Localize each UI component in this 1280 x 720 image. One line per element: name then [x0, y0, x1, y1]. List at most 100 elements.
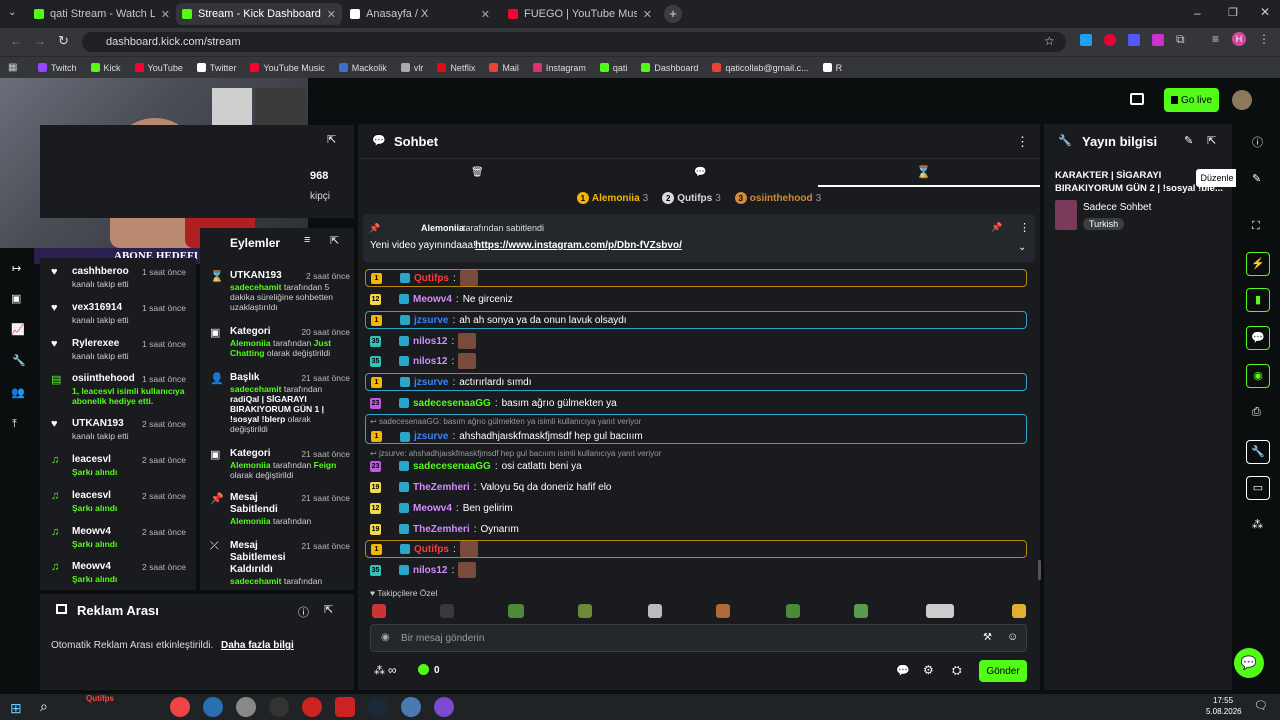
rail-broadcast-icon[interactable]: ◉	[1246, 364, 1270, 388]
chat-username[interactable]: jzsurve	[414, 315, 448, 326]
mod-actor[interactable]: sadecehamit	[230, 576, 282, 586]
chat-message[interactable]: 19 TheZemheri: Oynarım	[368, 520, 519, 538]
stream-info-popout-icon[interactable]: ⇱	[1207, 134, 1216, 147]
bookmark-item[interactable]: Mail	[489, 63, 519, 73]
user-avatar[interactable]	[1232, 90, 1252, 110]
activity-username[interactable]: Meowv4	[72, 526, 111, 537]
bookmark-item[interactable]: qati	[599, 63, 627, 73]
emote-3[interactable]	[508, 604, 524, 618]
chat-tab-hourglass-icon[interactable]: ⌛	[916, 165, 931, 179]
chat-tab-chat-icon[interactable]: 💬	[694, 167, 706, 178]
bookmark-item[interactable]: Twitter	[196, 63, 236, 73]
bookmark-item[interactable]: YouTube	[134, 63, 183, 73]
taskbar-app-8[interactable]	[401, 697, 421, 717]
activity-username[interactable]: cashhberoo	[72, 266, 129, 277]
ad-info-icon[interactable]: ⓘ	[298, 604, 309, 620]
taskbar-clock[interactable]: 17:55	[1213, 696, 1233, 705]
start-button[interactable]: ⊞	[10, 700, 22, 717]
mod-actions-popout-icon[interactable]: ⇱	[330, 234, 339, 247]
taskbar-app-chrome[interactable]	[170, 697, 190, 717]
taskbar-app-9[interactable]	[434, 697, 454, 717]
chat-message[interactable]: 23 sadecesenaaGG: osi catlattı beni ya	[368, 457, 582, 475]
bookmark-item[interactable]: Netflix	[437, 63, 475, 73]
rail-bolt-icon[interactable]: ⚡	[1246, 252, 1270, 276]
taskbar-app-4[interactable]	[269, 697, 289, 717]
rail-share-icon[interactable]: ⁂	[1252, 518, 1263, 531]
chat-message[interactable]: 1 jzsurve: ah ah sonya ya da onun lavuk ol…	[365, 311, 1027, 329]
pinned-menu-icon[interactable]: ⋮	[1019, 221, 1030, 234]
chat-message[interactable]: 1 Qutifps:	[365, 540, 1027, 558]
chat-message[interactable]: 19 TheZemheri: Valoyu 5q da doneriz hafif …	[368, 478, 611, 496]
browser-tab-3[interactable]: Anasayfa / X ✕	[344, 3, 496, 25]
rail-info-icon[interactable]: ⓘ	[1252, 134, 1263, 150]
activity-username[interactable]: leacesvl	[72, 454, 111, 465]
rail-expand-icon[interactable]: ↦	[12, 262, 21, 275]
browser-menu-icon[interactable]: ⋮	[1258, 32, 1270, 46]
chat-username[interactable]: nilos12	[413, 565, 447, 576]
taskbar-app-steam[interactable]	[368, 697, 388, 717]
mod-actor[interactable]: sadecehamit	[230, 282, 282, 292]
mod-actions-menu-icon[interactable]: ≡	[304, 234, 310, 246]
rail-chat-icon[interactable]: 💬	[1246, 326, 1270, 350]
unpin-icon[interactable]: 📌	[991, 222, 1002, 233]
chat-username[interactable]: TheZemheri	[413, 482, 470, 493]
rail-print-icon[interactable]: ⎙	[1252, 406, 1261, 419]
chat-username[interactable]: TheZemheri	[413, 524, 470, 535]
chat-message[interactable]: 12 Meowv4: Ben gelirim	[368, 499, 513, 517]
leaderboard-entry[interactable]: 1 Alemoniia 3	[576, 190, 648, 206]
activity-username[interactable]: leacesvl	[72, 490, 111, 501]
back-icon[interactable]: ←	[10, 34, 22, 48]
emote-6[interactable]	[716, 604, 730, 618]
chat-users-icon[interactable]: 💬	[896, 664, 910, 677]
apps-grid-icon[interactable]: ▦	[8, 62, 17, 73]
leaderboard-entry[interactable]: 3 osiinthehood 3	[734, 190, 821, 206]
bookmark-item[interactable]: R	[822, 63, 842, 73]
category-name[interactable]: Sadece Sohbet	[1083, 202, 1151, 213]
chat-username[interactable]: nilos12	[413, 356, 447, 367]
taskbar-app-6[interactable]	[335, 697, 355, 717]
browser-tab-4[interactable]: FUEGO | YouTube Music ✕	[502, 3, 658, 25]
rail-doc-icon[interactable]: ▮	[1246, 288, 1270, 312]
rail-edit-icon[interactable]: ✎	[1252, 172, 1261, 185]
reload-icon[interactable]: ↻	[58, 33, 69, 49]
extension-icon-2[interactable]	[1104, 34, 1116, 46]
bookmark-item[interactable]: Twitch	[38, 63, 77, 73]
emote-7[interactable]	[786, 604, 800, 618]
emote-10[interactable]	[1012, 604, 1026, 618]
send-button[interactable]: Gönder	[979, 660, 1027, 682]
chat-input[interactable]: ◉ Bir mesaj gönderin ⚒ ☺	[370, 624, 1027, 652]
maximize-button[interactable]: ❐	[1228, 6, 1238, 19]
chat-menu-icon[interactable]: ⋮	[1016, 134, 1029, 150]
rail-upload-icon[interactable]: ⤒	[12, 418, 17, 431]
tab-close-icon[interactable]: ✕	[327, 8, 336, 21]
chat-username[interactable]: Qutifps	[414, 273, 449, 284]
ad-more-info-link[interactable]: Daha fazla bilgi	[221, 640, 294, 651]
browser-tab-1[interactable]: qati Stream - Watch Live on Kic ✕	[28, 3, 176, 25]
bookmark-item[interactable]: Mackolik	[338, 63, 387, 73]
rail-window-icon[interactable]: ▭	[1246, 476, 1270, 500]
chat-message[interactable]: 35 nilos12:	[368, 332, 477, 350]
activity-username[interactable]: vex316914	[72, 302, 122, 313]
rail-analytics-icon[interactable]: 📈	[11, 323, 25, 336]
rail-fit-icon[interactable]: ⛶	[1252, 220, 1260, 233]
stream-info-edit-icon[interactable]: ✎	[1184, 134, 1193, 147]
chat-emoji-icon[interactable]: ☺	[1007, 631, 1018, 643]
forward-icon[interactable]: →	[34, 34, 46, 48]
chat-username[interactable]: Meowv4	[413, 503, 452, 514]
bookmark-item[interactable]: Kick	[90, 63, 121, 73]
rail-stream-icon[interactable]: ▣	[11, 292, 21, 305]
emote-8[interactable]	[854, 604, 868, 618]
chat-username[interactable]: Meowv4	[413, 294, 452, 305]
bookmark-item[interactable]: vlr	[400, 63, 423, 73]
taskbar-search-icon[interactable]: ⌕	[40, 698, 48, 715]
tab-close-icon[interactable]: ✕	[481, 8, 490, 21]
taskbar-date[interactable]: 5.08.2026	[1206, 707, 1242, 716]
obs-icon[interactable]	[1130, 93, 1144, 105]
emote-5[interactable]	[648, 604, 662, 618]
chat-username[interactable]: jzsurve	[414, 377, 448, 388]
chat-command-icon[interactable]: ⚒	[983, 632, 992, 643]
bookmark-item[interactable]: qaticollab@gmail.c...	[712, 63, 809, 73]
bookmark-item[interactable]: Dashboard	[641, 63, 698, 73]
rail-tools-icon-2[interactable]: 🔧	[1246, 440, 1270, 464]
notification-icon[interactable]: 🗨	[1254, 699, 1268, 712]
